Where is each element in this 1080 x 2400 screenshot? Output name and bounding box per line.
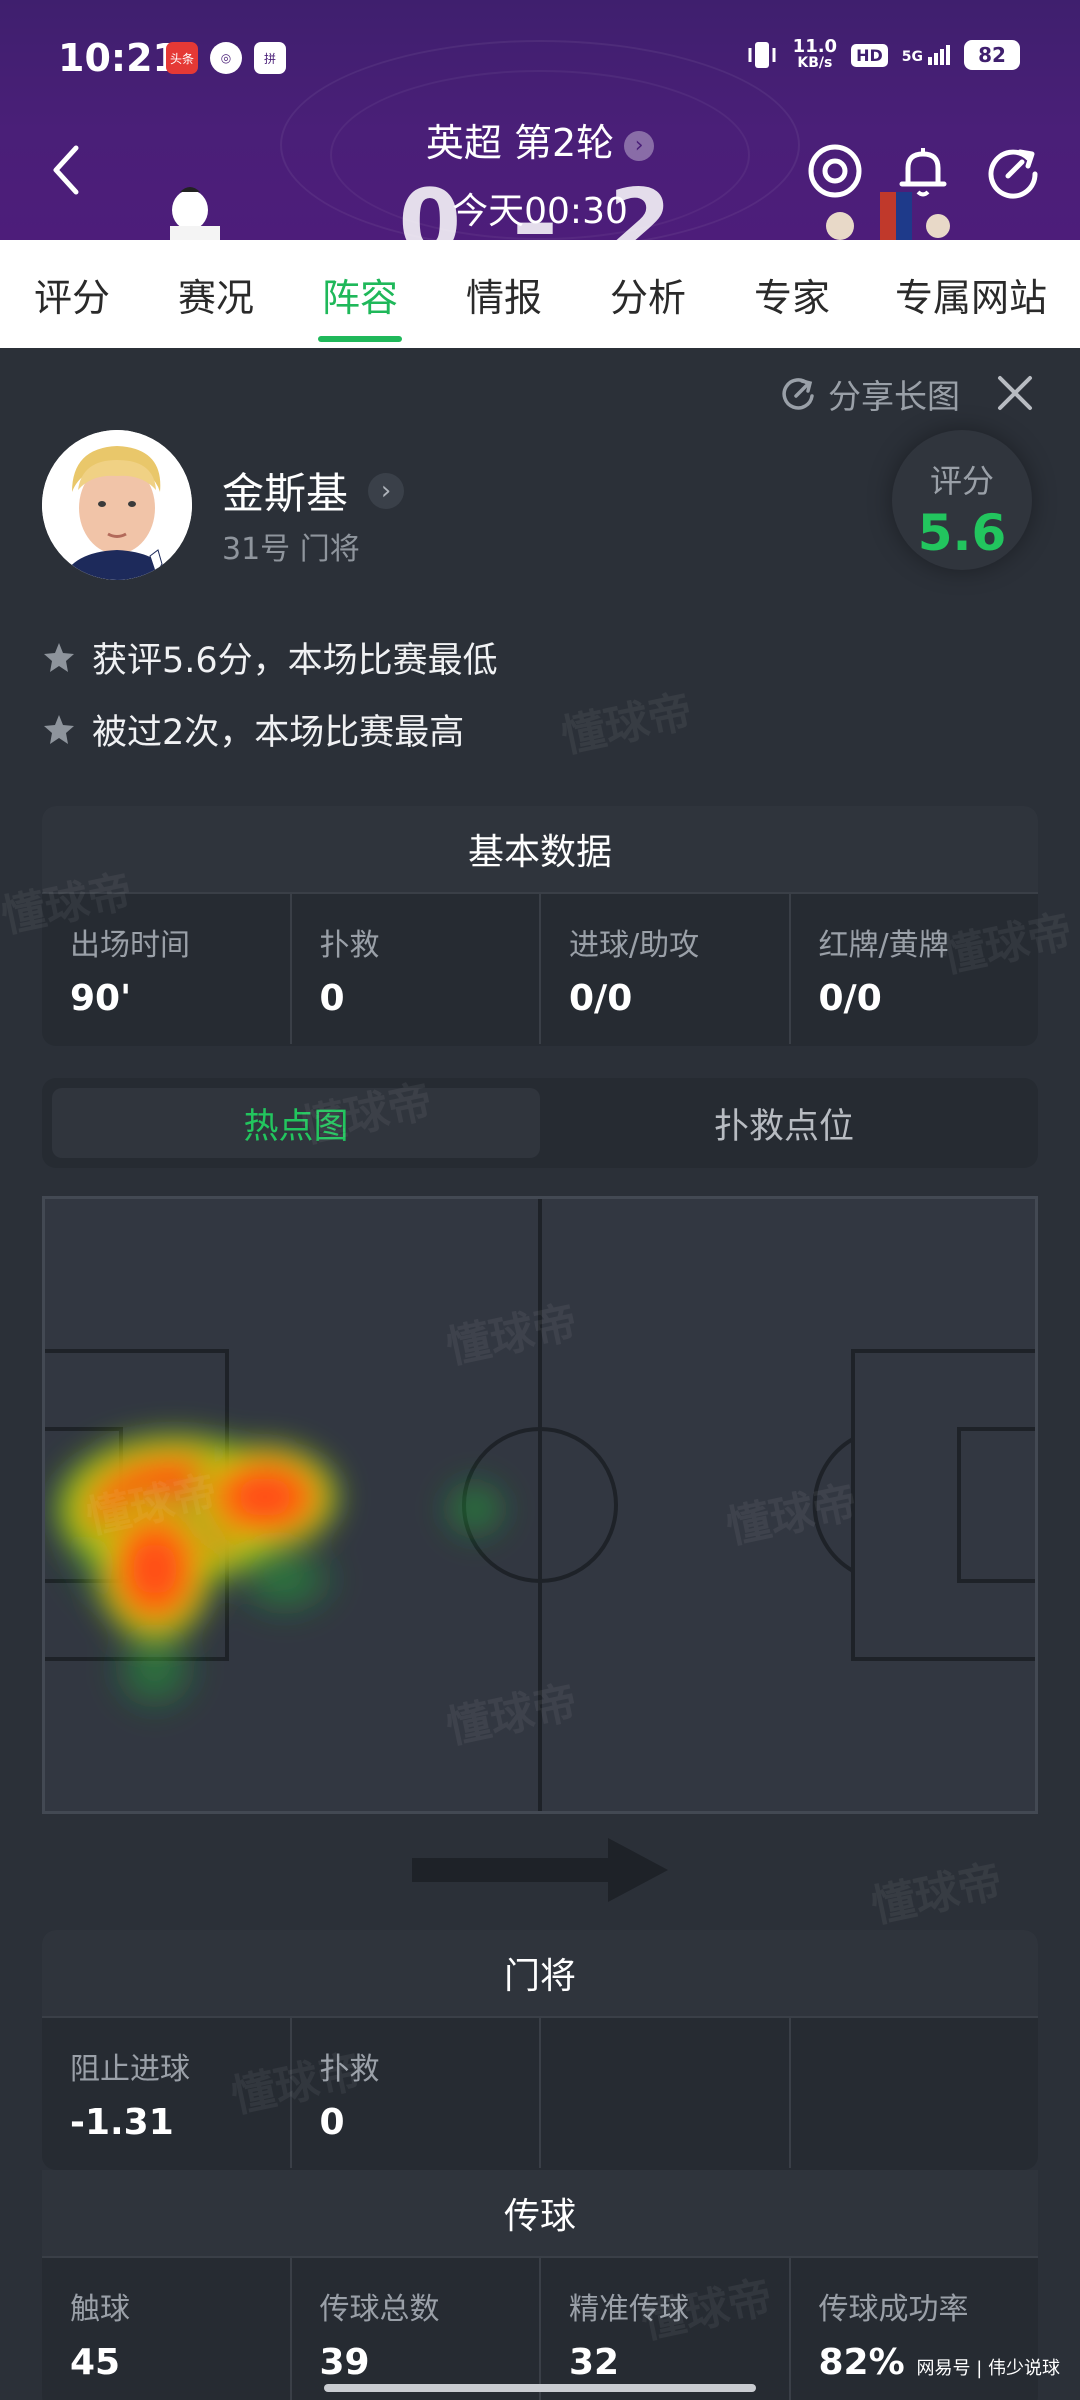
home-indicator[interactable]: [324, 2384, 756, 2392]
tab-match-status[interactable]: 赛况: [154, 240, 278, 348]
heatmap-overlay: [45, 1427, 515, 1719]
app-notification-icon: ◎: [210, 42, 242, 74]
source-brand: 网易号 | 伟少说球: [916, 2358, 1060, 2379]
player-name[interactable]: 金斯基 ›: [222, 460, 405, 521]
stat-cell: 触球 45: [42, 2256, 292, 2400]
stat-cell: 传球总数 39: [291, 2256, 541, 2400]
hd-badge: HD: [851, 43, 888, 67]
status-time: 10:21: [58, 36, 179, 80]
network-speed: 11.0 KB/s: [792, 36, 838, 72]
panel-title: 传球: [42, 2170, 1038, 2256]
player-photo: [42, 430, 192, 580]
goalkeeper-stats-panel: 门将 阻止进球 -1.31 扑救 0: [42, 1930, 1038, 2170]
watermark: 懂球帝: [557, 685, 697, 764]
target-icon[interactable]: [804, 140, 866, 202]
status-bar: 10:21 头条 ◎ 拼 11.0 KB/s HD 5G 82: [0, 0, 1080, 120]
save-spots-tab[interactable]: 扑救点位: [540, 1088, 1028, 1158]
tab-bar: 评分 赛况 阵容 情报 分析 专家 专属网站: [0, 240, 1080, 348]
player-detail: 分享长图 金斯基 › 31号 门将 评分 5.6 获评5.6分，本场比赛最低 被…: [0, 348, 1080, 2400]
share-long-image-button[interactable]: 分享长图: [778, 370, 960, 418]
match-header: 10:21 头条 ◎ 拼 11.0 KB/s HD 5G 82 英超 第2轮 ›…: [0, 0, 1080, 240]
share-icon[interactable]: [982, 140, 1044, 202]
tab-analysis[interactable]: 分析: [586, 240, 710, 348]
stat-cell: [790, 2016, 1038, 2168]
tab-rating[interactable]: 评分: [10, 240, 134, 348]
highlight-item: 被过2次，本场比赛最高: [42, 704, 464, 755]
heatmap-toggle: 热点图 扑救点位: [42, 1078, 1038, 1168]
attack-direction-arrow-icon: [412, 1838, 668, 1902]
chevron-right-icon: ›: [624, 130, 655, 161]
panel-title: 门将: [42, 1930, 1038, 2016]
status-indicators: 11.0 KB/s HD 5G 82: [745, 38, 1020, 72]
stat-cell: 扑救 0: [291, 892, 541, 1044]
signal-icon: 5G: [902, 45, 950, 65]
stat-cell: 进球/助攻 0/0: [541, 892, 791, 1044]
player-avatar[interactable]: [42, 430, 192, 580]
panel-title: 基本数据: [42, 806, 1038, 892]
refresh-share-icon: [782, 378, 814, 410]
vibrate-icon: [748, 42, 776, 68]
tab-lineup[interactable]: 阵容: [298, 240, 422, 348]
battery-icon: 82: [964, 40, 1020, 70]
rating-badge: 评分 5.6: [892, 430, 1032, 570]
basic-stats-panel: 基本数据 出场时间 90' 扑救 0 进球/助攻 0/0 红牌/黄牌 0/0: [42, 806, 1038, 1046]
tab-intel[interactable]: 情报: [442, 240, 566, 348]
tab-experts[interactable]: 专家: [730, 240, 854, 348]
heatmap-pitch: 懂球帝 懂球帝 懂球帝 懂球帝: [39, 1196, 1041, 1814]
highlight-item: 获评5.6分，本场比赛最低: [42, 632, 498, 683]
star-icon: [44, 714, 74, 744]
star-icon: [44, 642, 74, 672]
stat-cell: [541, 2016, 791, 2168]
player-number-position: 31号 门将: [222, 532, 360, 567]
passing-stats-panel: 传球 触球 45 传球总数 39 精准传球 32 传球成功率 82%: [42, 2170, 1038, 2400]
app-notification-icon: 拼: [254, 42, 286, 74]
chevron-right-icon: ›: [368, 472, 405, 509]
bell-icon[interactable]: [892, 140, 954, 202]
tab-exclusive-site[interactable]: 专属网站: [876, 240, 1066, 348]
watermark: 懂球帝: [867, 1855, 1007, 1934]
close-icon[interactable]: [992, 370, 1038, 416]
app-notification-icon: 头条: [166, 42, 198, 74]
active-tab-indicator: [318, 336, 402, 342]
home-club-logo: [170, 187, 220, 240]
